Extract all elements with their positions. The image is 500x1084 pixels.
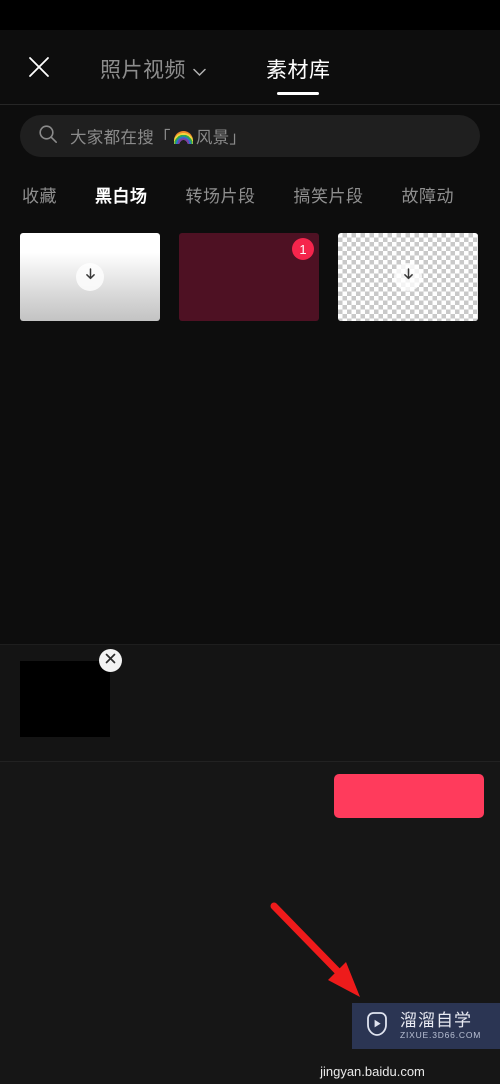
material-card-transparent[interactable] [338,233,478,321]
close-button[interactable] [22,50,56,84]
source-site-label: jingyan.baidu.com [320,1064,425,1079]
tab-material-library-label: 素材库 [266,59,331,82]
tab-photo-video[interactable]: 照片视频 [100,30,206,104]
header: 照片视频 素材库 [0,30,500,104]
play-logo-icon [362,1009,392,1044]
status-bar [0,0,500,30]
close-icon [28,56,50,78]
category-tab-blackwhite[interactable]: 黑白场 [95,182,148,207]
search-placeholder-prefix: 大家都在搜「 [70,129,171,147]
app-root: 照片视频 素材库 大家都在搜「 风景」 收藏 黑白场 转场片段 搞笑片段 故障动… [0,0,500,1084]
category-tab-favorites[interactable]: 收藏 [22,182,57,207]
search-section: 大家都在搜「 风景」 [0,105,500,167]
confirm-add-button[interactable] [334,773,484,818]
rainbow-icon [173,130,193,144]
download-button[interactable] [394,263,422,291]
download-button[interactable] [76,263,104,291]
search-input[interactable]: 大家都在搜「 风景」 [20,115,480,157]
category-tab-transition[interactable]: 转场片段 [186,182,256,207]
selected-clip-thumbnail[interactable] [20,648,122,737]
category-tab-strip: 收藏 黑白场 转场片段 搞笑片段 故障动 [0,167,500,221]
selection-badge: 1 [292,238,314,260]
chevron-down-icon [193,59,206,83]
watermark-subtitle: ZIXUE.3D66.COM [400,1030,482,1041]
material-grid: 1 [0,221,500,644]
search-icon [38,124,58,149]
active-tab-underline [277,92,320,95]
material-card-white-gradient[interactable] [20,233,160,321]
watermark-text: 溜溜自学 ZIXUE.3D66.COM [400,1012,481,1040]
remove-clip-button[interactable] [99,648,122,672]
download-icon [401,267,416,287]
close-icon [105,651,116,669]
header-tab-strip: 照片视频 素材库 [100,30,331,104]
search-placeholder: 大家都在搜「 风景」 [70,124,246,148]
tab-photo-video-label: 照片视频 [100,59,186,82]
selected-clips-strip [0,644,500,761]
download-icon [83,267,98,287]
watermark: 溜溜自学 ZIXUE.3D66.COM [352,1003,500,1049]
category-tab-glitch[interactable]: 故障动 [402,182,455,207]
watermark-title: 溜溜自学 [400,1011,472,1031]
search-placeholder-suffix: 风景」 [195,129,247,147]
material-card-maroon[interactable]: 1 [179,233,319,321]
category-tab-funny[interactable]: 搞笑片段 [294,182,364,207]
tab-material-library[interactable]: 素材库 [266,30,331,104]
